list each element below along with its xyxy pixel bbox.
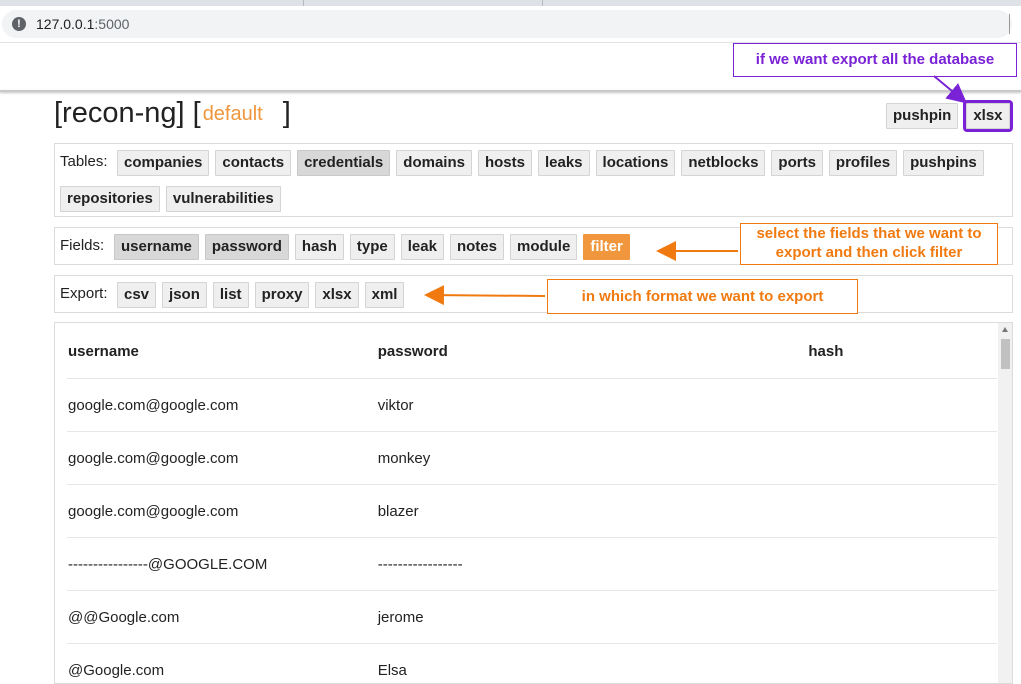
tables-list-row2: repositoriesvulnerabilities xyxy=(60,186,960,224)
cell-password: ----------------- xyxy=(377,538,808,591)
field-leak-button[interactable]: leak xyxy=(401,234,444,260)
table-repositories-button[interactable]: repositories xyxy=(60,186,160,212)
export-proxy-button[interactable]: proxy xyxy=(255,282,310,308)
url-text: 127.0.0.1:5000 xyxy=(36,16,129,32)
field-type-button[interactable]: type xyxy=(350,234,395,260)
field-password-button[interactable]: password xyxy=(205,234,289,260)
scrollbar-thumb[interactable] xyxy=(1001,339,1010,369)
tables-label: Tables: xyxy=(60,153,108,170)
header-actions: pushpin xlsx xyxy=(886,103,1014,129)
table-companies-button[interactable]: companies xyxy=(117,150,209,176)
export-panel: Export: csvjsonlistproxyxlsxxml xyxy=(54,275,1013,313)
cell-username: google.com@google.com xyxy=(67,379,377,432)
table-scrollbar[interactable] xyxy=(998,323,1012,683)
table-row: google.com@google.com blazer xyxy=(67,485,997,538)
table-profiles-button[interactable]: profiles xyxy=(829,150,897,176)
text-caret xyxy=(1009,14,1010,34)
cell-username: google.com@google.com xyxy=(67,485,377,538)
field-module-button[interactable]: module xyxy=(510,234,577,260)
table-pushpins-button[interactable]: pushpins xyxy=(903,150,984,176)
column-header-password[interactable]: password xyxy=(377,323,808,379)
table-row: @@Google.com jerome xyxy=(67,591,997,644)
table-contacts-button[interactable]: contacts xyxy=(215,150,291,176)
results-table: username password hash google.com@google… xyxy=(54,322,1013,684)
annotation-export-all: if we want export all the database xyxy=(733,43,1017,77)
cell-password: monkey xyxy=(377,432,808,485)
cell-hash xyxy=(807,591,997,644)
title-suffix: ] xyxy=(283,97,291,129)
results-grid: username password hash google.com@google… xyxy=(67,323,997,684)
cell-username: google.com@google.com xyxy=(67,432,377,485)
cell-password: viktor xyxy=(377,379,808,432)
table-row: ----------------@GOOGLE.COM ------------… xyxy=(67,538,997,591)
cell-password: blazer xyxy=(377,485,808,538)
export-xlsx-button[interactable]: xlsx xyxy=(315,282,358,308)
table-netblocks-button[interactable]: netblocks xyxy=(681,150,765,176)
info-icon[interactable]: ! xyxy=(12,17,26,31)
table-vulnerabilities-button[interactable]: vulnerabilities xyxy=(166,186,281,212)
table-leaks-button[interactable]: leaks xyxy=(538,150,590,176)
export-formats: csvjsonlistproxyxlsxxml xyxy=(117,282,617,320)
annotation-select-fields: select the fields that we want to export… xyxy=(740,223,998,265)
filter-button[interactable]: filter xyxy=(583,234,630,260)
export-xml-button[interactable]: xml xyxy=(365,282,405,308)
export-csv-button[interactable]: csv xyxy=(117,282,156,308)
column-header-hash[interactable]: hash xyxy=(807,323,997,379)
annotation-format: in which format we want to export xyxy=(547,279,858,314)
title-prefix: [recon-ng] [ xyxy=(54,97,201,129)
table-row: google.com@google.com viktor xyxy=(67,379,997,432)
url-port: :5000 xyxy=(94,16,129,32)
fields-label: Fields: xyxy=(60,237,104,254)
tables-panel: Tables: companiescontactscredentialsdoma… xyxy=(54,143,1013,217)
table-hosts-button[interactable]: hosts xyxy=(478,150,532,176)
page-title: [recon-ng] [default] xyxy=(54,97,291,130)
export-json-button[interactable]: json xyxy=(162,282,207,308)
scroll-up-icon[interactable] xyxy=(1002,327,1008,332)
column-header-username[interactable]: username xyxy=(67,323,377,379)
cell-hash xyxy=(807,432,997,485)
table-header-row: username password hash xyxy=(67,323,997,379)
cell-username: @@Google.com xyxy=(67,591,377,644)
tables-list: companiescontactscredentialsdomainshosts… xyxy=(117,150,1007,188)
fields-list: usernamepasswordhashtypeleaknotesmodulef… xyxy=(114,234,814,272)
cell-hash xyxy=(807,485,997,538)
cell-hash xyxy=(807,379,997,432)
table-domains-button[interactable]: domains xyxy=(396,150,472,176)
cell-username: ----------------@GOOGLE.COM xyxy=(67,538,377,591)
table-row: google.com@google.com monkey xyxy=(67,432,997,485)
address-bar: ! 127.0.0.1:5000 xyxy=(0,6,1021,43)
field-username-button[interactable]: username xyxy=(114,234,199,260)
divider xyxy=(0,90,1021,92)
table-locations-button[interactable]: locations xyxy=(596,150,676,176)
workspace-name: default xyxy=(201,103,283,125)
export-label: Export: xyxy=(60,285,108,302)
url-host: 127.0.0.1 xyxy=(36,16,94,32)
url-field[interactable]: ! 127.0.0.1:5000 xyxy=(2,10,1012,38)
export-all-xlsx-button[interactable]: xlsx xyxy=(966,103,1009,129)
cell-hash xyxy=(807,538,997,591)
export-list-button[interactable]: list xyxy=(213,282,249,308)
cell-password: jerome xyxy=(377,591,808,644)
field-notes-button[interactable]: notes xyxy=(450,234,504,260)
field-hash-button[interactable]: hash xyxy=(295,234,344,260)
table-credentials-button[interactable]: credentials xyxy=(297,150,390,176)
table-ports-button[interactable]: ports xyxy=(771,150,823,176)
pushpin-button[interactable]: pushpin xyxy=(886,103,958,129)
